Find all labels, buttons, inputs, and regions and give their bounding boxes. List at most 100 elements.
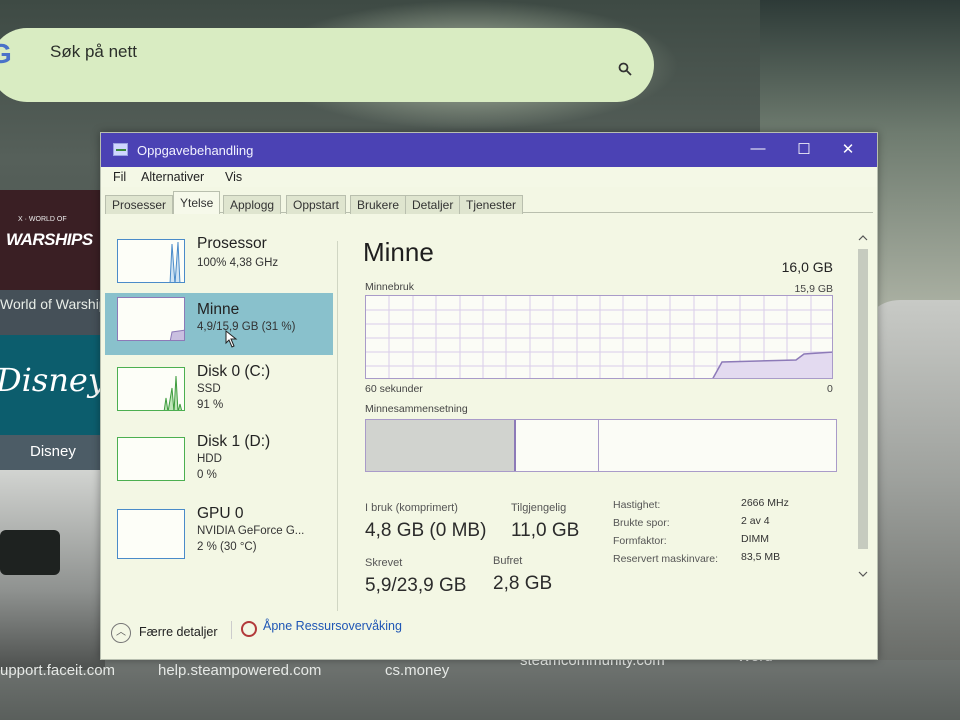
scroll-down-icon[interactable] — [858, 569, 868, 579]
disk1-name: Disk 1 (D:) — [197, 433, 271, 450]
available-value: 11,0 GB — [511, 520, 580, 541]
form-factor-label: Formfaktor: — [613, 535, 667, 547]
tab-app-history[interactable]: Applogg — [223, 195, 282, 214]
task-manager-icon — [113, 143, 128, 156]
cached-value: 2,8 GB — [493, 573, 553, 594]
google-logo-icon: G — [0, 38, 12, 69]
performance-sidebar: Prosessor 100% 4,38 GHz Minne 4,9/15,9 G… — [105, 235, 335, 605]
shortcut-steam-help[interactable]: help.steampowered.com — [158, 662, 321, 679]
disney-tile[interactable]: Disney+ — [0, 335, 133, 435]
menu-file[interactable]: Fil — [113, 170, 126, 184]
pane-divider — [337, 241, 338, 611]
vertical-scrollbar[interactable] — [856, 233, 870, 583]
menu-view[interactable]: Vis — [225, 170, 242, 184]
close-button[interactable]: ✕ — [837, 140, 859, 158]
shortcut-faceit[interactable]: upport.faceit.com — [0, 662, 115, 679]
window-footer: ︿ Færre detaljer Åpne Ressursovervåking — [101, 611, 877, 657]
tab-performance[interactable]: Ytelse — [173, 191, 221, 214]
composition-label: Minnesammensetning — [365, 403, 468, 415]
disk1-type: HDD — [197, 453, 222, 465]
memory-usage: 4,9/15,9 GB (31 %) — [197, 321, 296, 333]
cached-label: Bufret — [493, 555, 523, 567]
car-grille — [0, 530, 60, 575]
open-resource-monitor-link[interactable]: Åpne Ressursovervåking — [263, 619, 402, 633]
disk0-usage: 91 % — [197, 399, 224, 411]
memory-usage-graph — [365, 295, 833, 379]
window-title: Oppgavebehandling — [137, 143, 254, 158]
sidebar-item-memory[interactable]: Minne 4,9/15,9 GB (31 %) — [105, 293, 333, 355]
warships-subtitle: X · WORLD OF — [18, 216, 67, 223]
disk0-name: Disk 0 (C:) — [197, 363, 271, 380]
slots-label: Brukte spor: — [613, 517, 670, 529]
time-range-label: 60 sekunder — [365, 383, 423, 395]
chevron-up-icon[interactable]: ︿ — [111, 623, 131, 643]
scrollbar-thumb[interactable] — [858, 249, 868, 549]
gpu0-usage: 2 % (30 °C) — [197, 541, 257, 553]
disk1-usage: 0 % — [197, 469, 217, 481]
tab-processes[interactable]: Prosesser — [105, 195, 174, 214]
menu-options[interactable]: Alternativer — [141, 170, 204, 184]
tab-startup[interactable]: Oppstart — [286, 195, 347, 214]
in-use-value: 4,8 GB (0 MB) — [365, 520, 487, 541]
search-icon[interactable] — [618, 62, 632, 76]
reserved-label: Reservert maskinvare: — [613, 553, 719, 565]
slots-value: 2 av 4 — [741, 515, 770, 527]
web-search-bar[interactable]: G Søk på nett — [0, 28, 654, 102]
memory-total: 16,0 GB — [781, 259, 833, 275]
world-of-warships-label-bar[interactable]: World of Warships — [0, 290, 114, 335]
tab-strip: Prosesser Ytelse Applogg Oppstart Bruker… — [105, 191, 873, 214]
fewer-details-link[interactable]: Færre detaljer — [139, 625, 218, 639]
world-of-warships-label: World of Warships — [0, 296, 114, 312]
scroll-up-icon[interactable] — [858, 233, 868, 243]
processor-mini-graph — [117, 239, 185, 283]
composition-in-use — [366, 420, 516, 471]
memory-detail-pane: Minne 16,0 GB Minnebruk 15,9 GB 60 sekun… — [363, 237, 853, 617]
memory-name: Minne — [197, 301, 240, 318]
committed-value: 5,9/23,9 GB — [365, 575, 467, 596]
processor-name: Prosessor — [197, 235, 267, 252]
memory-usage-grid — [366, 296, 832, 378]
sidebar-item-gpu0[interactable]: GPU 0 NVIDIA GeForce G... 2 % (30 °C) — [105, 505, 333, 567]
form-factor-value: DIMM — [741, 533, 769, 545]
memory-usage-max: 15,9 GB — [794, 283, 833, 295]
disk1-mini-graph — [117, 437, 185, 481]
tab-users[interactable]: Brukere — [350, 195, 407, 214]
committed-label: Skrevet — [365, 557, 403, 569]
speed-label: Hastighet: — [613, 499, 661, 511]
gpu0-model: NVIDIA GeForce G... — [197, 525, 305, 537]
search-placeholder: Søk på nett — [50, 42, 137, 61]
world-of-warships-tile[interactable]: X · WORLD OF WARSHIPS — [0, 190, 105, 290]
task-manager-window: Oppgavebehandling — ☐ ✕ Fil Alternativer… — [100, 132, 878, 660]
disk0-mini-graph — [117, 367, 185, 411]
sidebar-item-disk1[interactable]: Disk 1 (D:) HDD 0 % — [105, 433, 333, 495]
shortcut-cs-money[interactable]: cs.money — [385, 662, 449, 679]
gpu0-name: GPU 0 — [197, 505, 244, 522]
time-zero-label: 0 — [827, 383, 833, 395]
minimize-button[interactable]: — — [747, 140, 769, 157]
in-use-label: I bruk (komprimert) — [365, 502, 458, 514]
sidebar-item-disk0[interactable]: Disk 0 (C:) SSD 91 % — [105, 363, 333, 425]
tab-details[interactable]: Detaljer — [405, 195, 461, 214]
disney-label-bar[interactable]: Disney — [0, 435, 105, 470]
title-bar[interactable]: Oppgavebehandling — ☐ ✕ — [101, 133, 877, 167]
gpu0-mini-graph — [117, 509, 185, 559]
mouse-cursor-icon — [225, 329, 238, 348]
memory-composition-bar[interactable] — [365, 419, 837, 472]
reserved-value: 83,5 MB — [741, 551, 781, 563]
sidebar-item-processor[interactable]: Prosessor 100% 4,38 GHz — [105, 235, 333, 297]
menu-bar: Fil Alternativer Vis — [101, 167, 877, 187]
composition-divider — [598, 420, 599, 471]
disk0-type: SSD — [197, 383, 221, 395]
footer-divider — [231, 621, 232, 639]
processor-usage: 100% 4,38 GHz — [197, 257, 279, 269]
available-label: Tilgjengelig — [511, 502, 567, 514]
resource-monitor-icon — [241, 621, 257, 637]
maximize-button[interactable]: ☐ — [793, 140, 815, 158]
speed-value: 2666 MHz — [741, 497, 789, 509]
tab-services[interactable]: Tjenester — [459, 195, 524, 214]
memory-usage-label: Minnebruk — [365, 281, 415, 293]
warships-logo: WARSHIPS — [6, 230, 93, 249]
memory-title: Minne — [363, 237, 434, 267]
memory-mini-graph — [117, 297, 185, 341]
disney-label: Disney — [30, 443, 76, 460]
